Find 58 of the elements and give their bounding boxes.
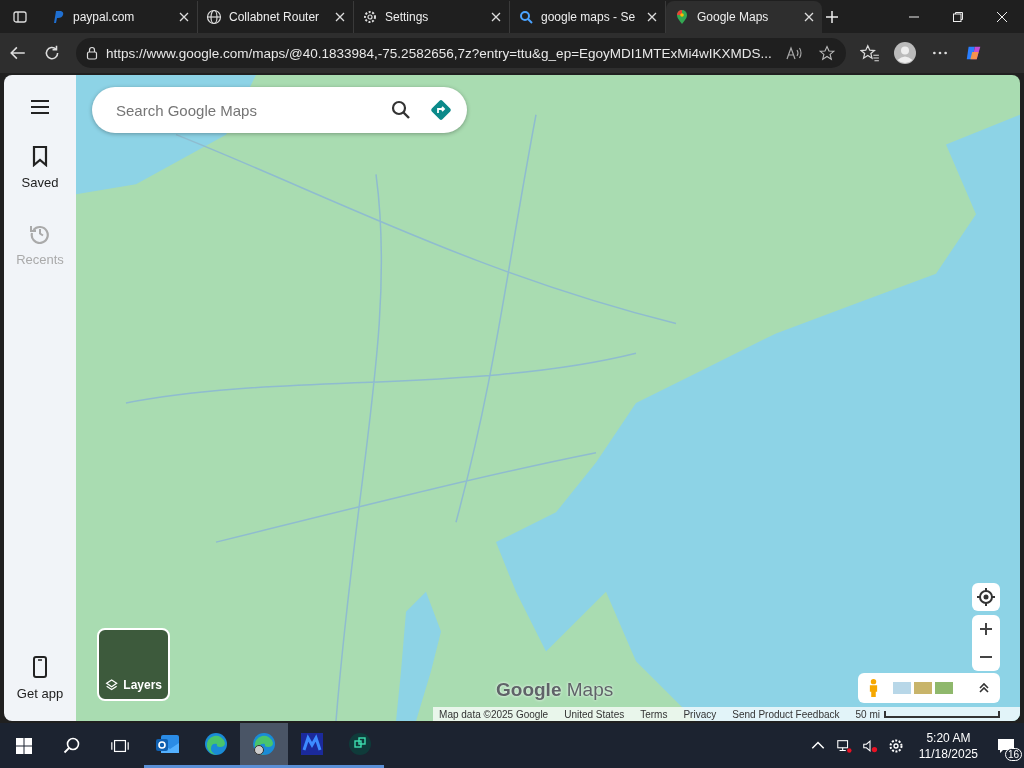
close-icon[interactable] xyxy=(335,11,345,22)
tab-title: paypal.com xyxy=(73,9,136,24)
date-text: 11/18/2025 xyxy=(918,745,978,762)
close-icon[interactable] xyxy=(996,10,1008,23)
taskbar-app[interactable] xyxy=(240,723,288,768)
tab-actions-icon[interactable] xyxy=(12,8,28,25)
back-icon[interactable] xyxy=(8,44,28,62)
attribution-link[interactable]: Terms xyxy=(640,708,668,720)
notification-count: 16 xyxy=(1004,748,1022,761)
scale-label: 50 mi xyxy=(855,708,880,720)
search-field[interactable]: Search Google Maps xyxy=(114,100,373,120)
close-icon[interactable] xyxy=(647,11,657,22)
lock-icon xyxy=(86,46,98,60)
search-icon[interactable] xyxy=(391,100,411,120)
edge-profile-icon xyxy=(251,731,277,757)
browser-tab[interactable]: paypal.com xyxy=(42,0,198,33)
expand-icon[interactable] xyxy=(978,682,990,694)
tab-title: Google Maps xyxy=(697,9,770,24)
tab-title: Collabnet Router xyxy=(229,9,321,24)
clock[interactable]: 5:20 AM 11/18/2025 xyxy=(908,729,988,762)
attribution-link[interactable]: United States xyxy=(564,708,625,720)
get-app-button[interactable]: Get app xyxy=(16,656,64,701)
menu-icon[interactable] xyxy=(30,99,50,115)
tab-title: google maps - Se xyxy=(541,9,637,24)
edge-icon xyxy=(203,731,229,757)
map-pin-icon xyxy=(674,8,690,25)
star-icon[interactable] xyxy=(818,45,836,61)
address-field[interactable]: https://www.google.com/maps/@40.1833984,-75.2582656,7z?entry=ttu&g_ep=EgoyMDI1MTExMi4wIKXMDS... xyxy=(76,38,846,68)
time-text: 5:20 AM xyxy=(926,729,971,746)
browser-tab[interactable]: Settings xyxy=(354,0,510,33)
search-icon xyxy=(518,8,534,25)
close-icon[interactable] xyxy=(804,11,814,22)
search-bar[interactable]: Search Google Maps xyxy=(92,87,467,133)
globe-icon xyxy=(206,8,222,25)
close-icon[interactable] xyxy=(491,11,501,22)
browser-tab[interactable]: Collabnet Router xyxy=(198,0,354,33)
new-tab-icon[interactable] xyxy=(824,8,840,25)
imagery-thumbnails-icon[interactable] xyxy=(893,681,953,695)
m-logo-icon xyxy=(299,731,325,757)
attribution-link[interactable]: Send Product Feedback xyxy=(732,708,840,720)
browser-tab[interactable]: Google Maps xyxy=(666,0,822,33)
tab-title: Settings xyxy=(385,9,430,24)
google-maps-logo: Google Maps xyxy=(496,679,614,701)
gear-icon xyxy=(362,8,378,25)
notifications-button[interactable]: 16 xyxy=(988,723,1024,768)
read-aloud-icon[interactable] xyxy=(786,45,804,61)
my-location-icon[interactable] xyxy=(972,583,1000,611)
profile-icon[interactable] xyxy=(894,42,916,64)
close-icon[interactable] xyxy=(179,11,189,22)
sidebar-item[interactable]: Saved xyxy=(21,145,59,190)
layers-button[interactable]: Layers xyxy=(97,628,170,701)
attribution-link[interactable]: Privacy xyxy=(683,708,717,720)
url-text: https://www.google.com/maps/@40.1833984,-75.2582656,7z?entry=ttu&g_ep=EgoyMDI1MTExMi4wIKXMDS... xyxy=(106,45,772,61)
restore-icon[interactable] xyxy=(952,10,964,23)
layers-icon xyxy=(105,678,119,692)
app-icon xyxy=(347,731,373,757)
scale-bar-icon xyxy=(884,710,1000,718)
favorites-icon[interactable] xyxy=(860,44,880,62)
